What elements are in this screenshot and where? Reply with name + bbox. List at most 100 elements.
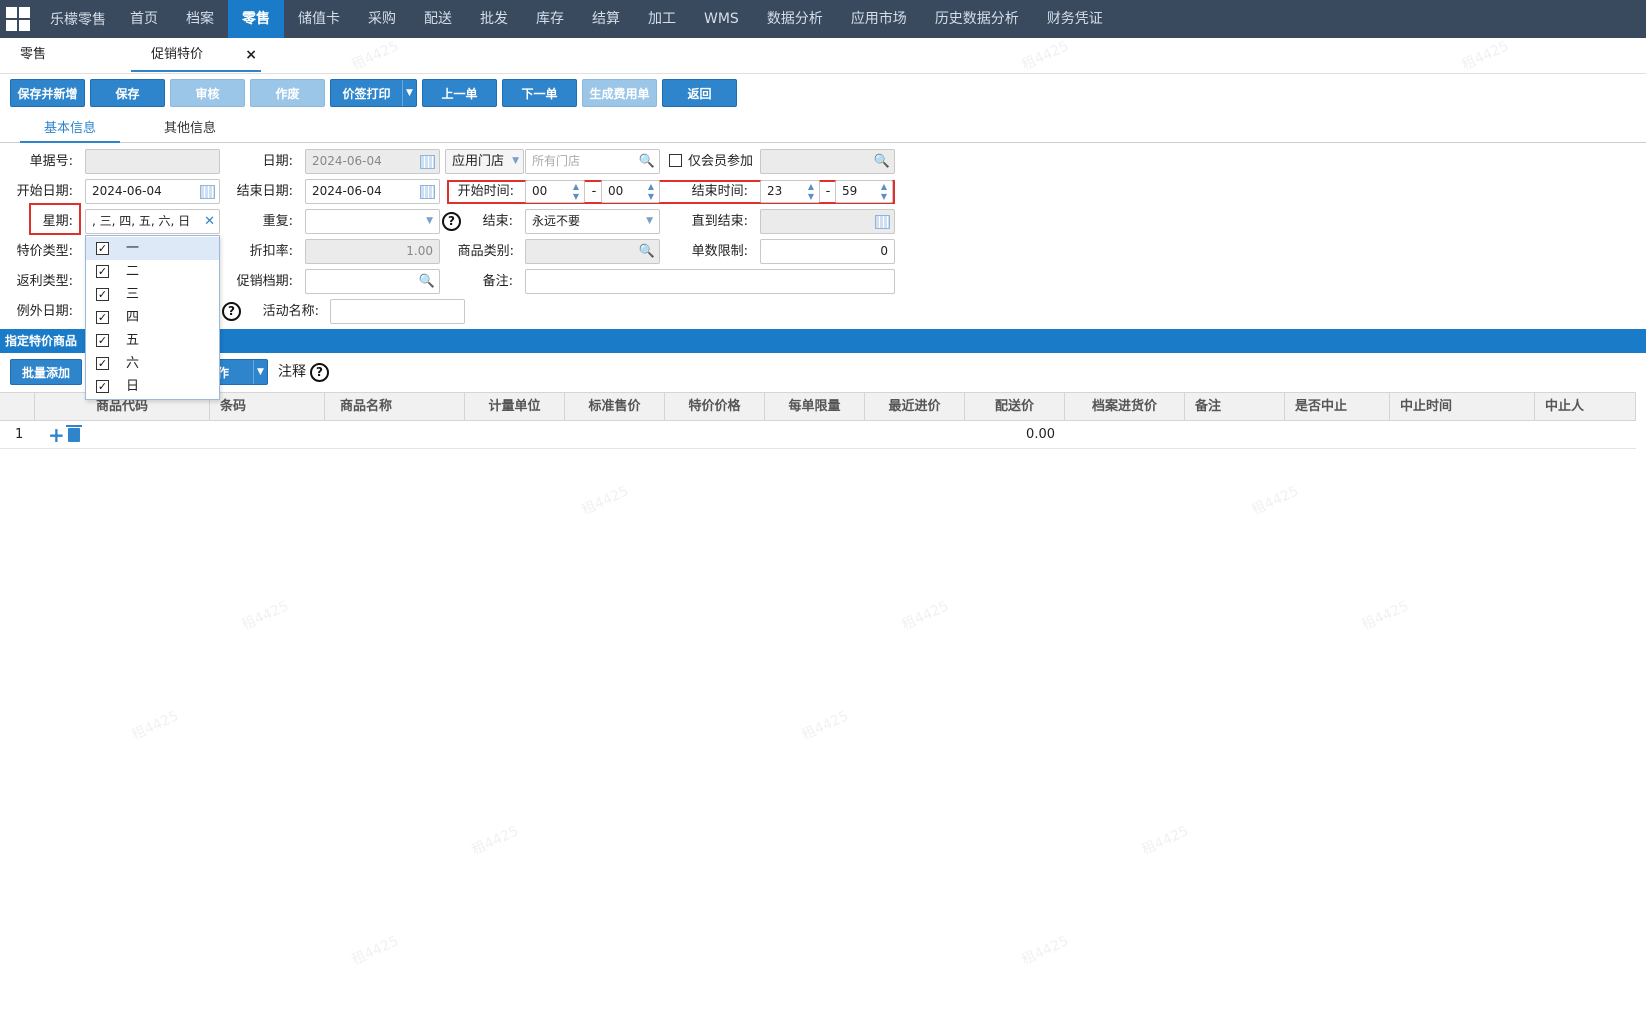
save-button[interactable]: 保存 [90,79,165,107]
store-scope-dropdown[interactable]: 应用门店 ▼ [445,149,524,174]
help-icon[interactable]: ? [310,363,329,382]
chevron-down-icon[interactable]: ▼ [402,80,416,106]
spinner-arrows-icon[interactable]: ▲ ▼ [878,182,890,202]
clear-icon[interactable]: ✕ [204,210,215,233]
tab-basic-info[interactable]: 基本信息 [20,115,120,143]
nav-item-data-analysis[interactable]: 数据分析 [753,0,837,38]
search-icon[interactable]: 🔍 [874,150,890,173]
add-row-icon[interactable]: + [48,425,65,445]
week-option-tue[interactable]: ✓ 二 [86,260,219,283]
start-date-input[interactable]: 2024-06-04 [85,179,220,204]
tab-other-info[interactable]: 其他信息 [150,115,230,143]
column-header[interactable]: 档案进货价 [1065,393,1185,420]
save-and-new-button[interactable]: 保存并新增 [10,79,85,107]
calendar-icon[interactable] [420,155,435,169]
audit-button[interactable]: 审核 [170,79,245,107]
week-multiselect[interactable]: , 三, 四, 五, 六, 日 ✕ [85,209,220,234]
week-option-wed[interactable]: ✓ 三 [86,283,219,306]
date-input[interactable]: 2024-06-04 [305,149,440,174]
nav-item-delivery[interactable]: 配送 [410,0,466,38]
delivery-price-cell[interactable]: 0.00 [965,421,1055,449]
spinner-arrows-icon[interactable]: ▲ ▼ [645,182,657,202]
start-minute-stepper[interactable]: 00 ▲ ▼ [601,180,660,203]
doc-no-input[interactable] [85,149,220,174]
checkbox-checked-icon[interactable]: ✓ [96,242,109,255]
end-minute-stepper[interactable]: 59 ▲ ▼ [835,180,893,203]
checkbox-checked-icon[interactable]: ✓ [96,357,109,370]
promo-level-input[interactable]: 🔍 [305,269,440,294]
batch-add-button[interactable]: 批量添加 [10,359,82,385]
nav-item-processing[interactable]: 加工 [634,0,690,38]
week-option-sat[interactable]: ✓ 六 [86,352,219,375]
nav-item-finance-voucher[interactable]: 财务凭证 [1033,0,1117,38]
back-button[interactable]: 返回 [662,79,737,107]
tab-promo-special-price[interactable]: 促销特价 × [131,38,261,72]
table-row[interactable]: 1 + 0.00 [0,421,1636,449]
checkbox-checked-icon[interactable]: ✓ [96,334,109,347]
member-only-checkbox[interactable] [669,154,682,167]
nav-item-wholesale[interactable]: 批发 [466,0,522,38]
next-doc-button[interactable]: 下一单 [502,79,577,107]
nav-item-stored-value-card[interactable]: 储值卡 [284,0,354,38]
column-header[interactable]: 配送价 [965,393,1065,420]
search-icon[interactable]: 🔍 [419,270,435,293]
nav-item-inventory[interactable]: 库存 [522,0,578,38]
nav-item-app-market[interactable]: 应用市场 [837,0,921,38]
calendar-icon[interactable] [420,185,435,199]
checkbox-checked-icon[interactable]: ✓ [96,265,109,278]
search-icon[interactable]: 🔍 [639,150,655,173]
column-header[interactable]: 是否中止 [1285,393,1390,420]
checkbox-checked-icon[interactable]: ✓ [96,380,109,393]
column-header[interactable]: 每单限量 [765,393,865,420]
remark-input[interactable] [525,269,895,294]
until-end-date-input[interactable] [760,209,895,234]
repeat-dropdown[interactable]: ▼ [305,209,440,234]
chevron-down-icon[interactable]: ▼ [253,360,267,384]
close-icon[interactable]: × [245,38,257,72]
week-option-mon[interactable]: ✓ 一 [86,237,219,260]
week-option-fri[interactable]: ✓ 五 [86,329,219,352]
column-header[interactable]: 特价价格 [665,393,765,420]
column-header[interactable]: 计量单位 [465,393,565,420]
help-icon[interactable]: ? [222,302,241,321]
end-rule-dropdown[interactable]: 永远不要 ▼ [525,209,660,234]
week-option-sun[interactable]: ✓ 日 [86,375,219,398]
trash-icon[interactable] [66,425,82,442]
nav-item-history-analysis[interactable]: 历史数据分析 [921,0,1033,38]
price-tag-print-button[interactable]: 价签打印 ▼ [330,79,417,107]
void-button[interactable]: 作废 [250,79,325,107]
end-hour-stepper[interactable]: 23 ▲ ▼ [760,180,820,203]
generate-fee-button[interactable]: 生成费用单 [582,79,657,107]
member-select-input[interactable]: 🔍 [760,149,895,174]
store-select-input[interactable]: 所有门店 🔍 [525,149,660,174]
column-header[interactable]: 备注 [1185,393,1285,420]
spinner-arrows-icon[interactable]: ▲ ▼ [570,182,582,202]
end-date-input[interactable]: 2024-06-04 [305,179,440,204]
tab-retail[interactable]: 零售 [20,38,46,72]
prev-doc-button[interactable]: 上一单 [422,79,497,107]
column-header[interactable]: 最近进价 [865,393,965,420]
column-header[interactable]: 中止时间 [1390,393,1535,420]
column-header[interactable]: 条码 [210,393,325,420]
week-option-thu[interactable]: ✓ 四 [86,306,219,329]
nav-item-archive[interactable]: 档案 [172,0,228,38]
nav-item-wms[interactable]: WMS [690,0,753,38]
activity-name-input[interactable] [330,299,465,324]
calendar-icon[interactable] [875,215,890,229]
checkbox-checked-icon[interactable]: ✓ [96,288,109,301]
spinner-arrows-icon[interactable]: ▲ ▼ [805,182,817,202]
discount-input[interactable]: 1.00 [305,239,440,264]
app-grid-icon[interactable] [0,0,36,38]
column-header[interactable]: 中止人 [1535,393,1636,420]
nav-item-retail[interactable]: 零售 [228,0,284,38]
nav-item-purchase[interactable]: 采购 [354,0,410,38]
start-hour-stepper[interactable]: 00 ▲ ▼ [525,180,585,203]
column-header[interactable]: 商品名称 [325,393,465,420]
checkbox-checked-icon[interactable]: ✓ [96,311,109,324]
limit-input[interactable]: 0 [760,239,895,264]
nav-item-settlement[interactable]: 结算 [578,0,634,38]
search-icon[interactable]: 🔍 [639,240,655,263]
nav-item-home[interactable]: 首页 [116,0,172,38]
calendar-icon[interactable] [200,185,215,199]
column-header[interactable]: 标准售价 [565,393,665,420]
